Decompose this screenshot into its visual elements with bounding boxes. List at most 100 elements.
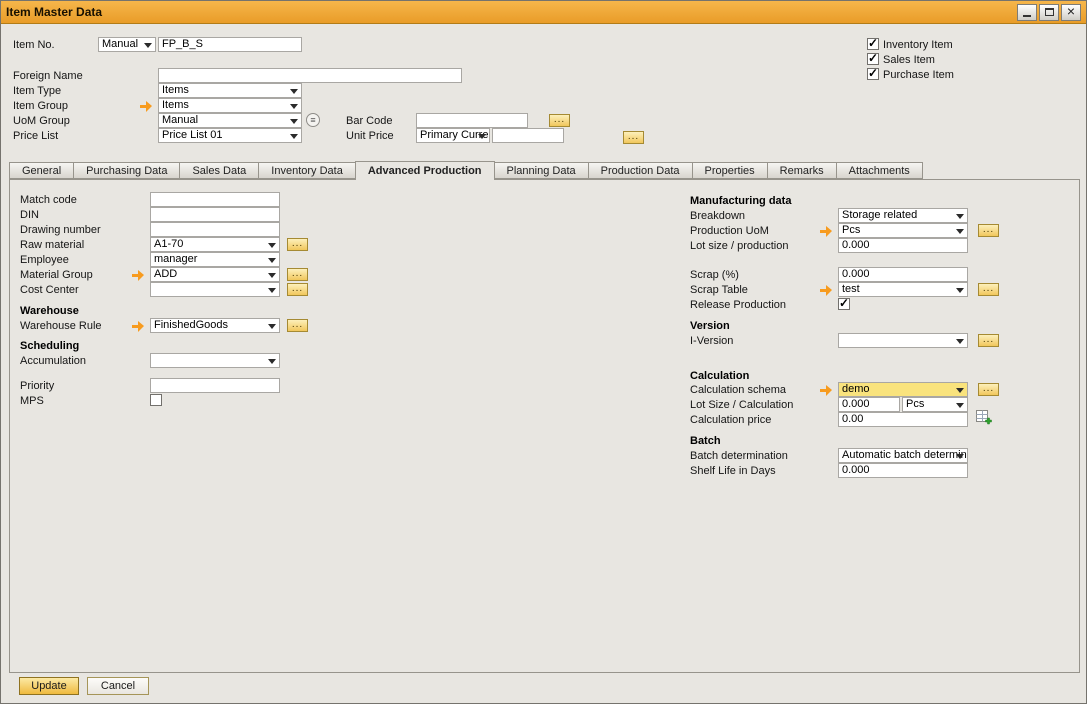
price-list-label: Price List xyxy=(13,130,58,142)
warehouse-rule-select[interactable]: FinishedGoods xyxy=(150,318,280,333)
item-no-label: Item No. xyxy=(13,39,55,51)
title-bar[interactable]: Item Master Data xyxy=(1,1,1086,24)
close-icon xyxy=(1067,3,1075,21)
calculation-schema-label: Calculation schema xyxy=(690,384,786,396)
release-production-label: Release Production xyxy=(690,299,786,311)
unit-price-input[interactable] xyxy=(492,128,564,143)
unit-price-currency-select[interactable]: Primary Currency xyxy=(416,128,490,143)
lot-size-calculation-input[interactable]: 0.000 xyxy=(838,397,900,412)
cancel-button[interactable]: Cancel xyxy=(87,677,149,695)
material-group-browse-button[interactable]: ... xyxy=(287,268,308,281)
item-group-label: Item Group xyxy=(13,100,68,112)
purchase-item-label: Purchase Item xyxy=(883,69,954,81)
tab-sales-data[interactable]: Sales Data xyxy=(179,162,259,179)
bar-code-browse-button[interactable]: ... xyxy=(549,114,570,127)
calculation-price-input[interactable]: 0.00 xyxy=(838,412,968,427)
foreign-name-input[interactable] xyxy=(158,68,462,83)
close-button[interactable] xyxy=(1061,4,1081,21)
scrap-pct-label: Scrap (%) xyxy=(690,269,739,281)
minimize-button[interactable] xyxy=(1017,4,1037,21)
scrap-table-select[interactable]: test xyxy=(838,282,968,297)
price-list-select[interactable]: Price List 01 xyxy=(158,128,302,143)
item-group-select[interactable]: Items xyxy=(158,98,302,113)
foreign-name-label: Foreign Name xyxy=(13,70,83,82)
production-uom-browse-button[interactable]: ... xyxy=(978,224,999,237)
release-production-checkbox[interactable] xyxy=(838,298,850,310)
cost-center-browse-button[interactable]: ... xyxy=(287,283,308,296)
warehouse-rule-browse-button[interactable]: ... xyxy=(287,319,308,332)
scrap-table-browse-button[interactable]: ... xyxy=(978,283,999,296)
unit-price-label: Unit Price xyxy=(346,130,394,142)
cost-center-label: Cost Center xyxy=(20,284,79,296)
cost-center-select[interactable] xyxy=(150,282,280,297)
tab-advanced-production[interactable]: Advanced Production xyxy=(355,161,495,180)
calculation-schema-link-arrow-icon[interactable] xyxy=(820,385,833,396)
bar-code-label: Bar Code xyxy=(346,115,392,127)
material-group-select[interactable]: ADD xyxy=(150,267,280,282)
maximize-icon xyxy=(1045,8,1054,16)
employee-select[interactable]: manager xyxy=(150,252,280,267)
batch-determination-label: Batch determination xyxy=(690,450,788,462)
i-version-select[interactable] xyxy=(838,333,968,348)
breakdown-select[interactable]: Storage related xyxy=(838,208,968,223)
item-no-input[interactable]: FP_B_S xyxy=(158,37,302,52)
window-controls xyxy=(1017,4,1081,21)
sales-item-label: Sales Item xyxy=(883,54,935,66)
sales-item-checkbox[interactable] xyxy=(867,53,879,65)
i-version-browse-button[interactable]: ... xyxy=(978,334,999,347)
match-code-input[interactable] xyxy=(150,192,280,207)
inventory-item-checkbox[interactable] xyxy=(867,38,879,50)
scrap-pct-input[interactable]: 0.000 xyxy=(838,267,968,282)
tab-properties[interactable]: Properties xyxy=(692,162,768,179)
raw-material-select[interactable]: A1-70 xyxy=(150,237,280,252)
shelf-life-input[interactable]: 0.000 xyxy=(838,463,968,478)
material-group-link-arrow-icon[interactable] xyxy=(132,270,145,281)
lot-size-production-input[interactable]: 0.000 xyxy=(838,238,968,253)
maximize-button[interactable] xyxy=(1039,4,1059,21)
priority-label: Priority xyxy=(20,380,54,392)
scheduling-section-header: Scheduling xyxy=(20,340,79,352)
calculation-schema-browse-button[interactable]: ... xyxy=(978,383,999,396)
drawing-number-input[interactable] xyxy=(150,222,280,237)
scrap-table-link-arrow-icon[interactable] xyxy=(820,285,833,296)
update-button[interactable]: Update xyxy=(19,677,79,695)
calculation-schema-select[interactable]: demo xyxy=(838,382,968,397)
tab-production-data[interactable]: Production Data xyxy=(588,162,693,179)
tab-inventory-data[interactable]: Inventory Data xyxy=(258,162,356,179)
tab-attachments[interactable]: Attachments xyxy=(836,162,923,179)
purchase-item-checkbox[interactable] xyxy=(867,68,879,80)
raw-material-browse-button[interactable]: ... xyxy=(287,238,308,251)
batch-determination-select[interactable]: Automatic batch determination xyxy=(838,448,968,463)
warehouse-rule-label: Warehouse Rule xyxy=(20,320,102,332)
tab-general[interactable]: General xyxy=(9,162,74,179)
tab-planning-data[interactable]: Planning Data xyxy=(494,162,589,179)
warehouse-rule-link-arrow-icon[interactable] xyxy=(132,321,145,332)
warehouse-section-header: Warehouse xyxy=(20,305,79,317)
uom-group-select[interactable]: Manual xyxy=(158,113,302,128)
calculation-price-label: Calculation price xyxy=(690,414,771,426)
lot-size-calculation-label: Lot Size / Calculation xyxy=(690,399,793,411)
calculation-price-detail-icon[interactable] xyxy=(976,410,992,426)
minimize-icon xyxy=(1023,15,1031,17)
bar-code-input[interactable] xyxy=(416,113,528,128)
employee-label: Employee xyxy=(20,254,69,266)
breakdown-label: Breakdown xyxy=(690,210,745,222)
lot-size-production-label: Lot size / production xyxy=(690,240,788,252)
tab-purchasing-data[interactable]: Purchasing Data xyxy=(73,162,180,179)
item-group-link-arrow-icon[interactable] xyxy=(140,101,153,112)
din-input[interactable] xyxy=(150,207,280,222)
production-uom-select[interactable]: Pcs xyxy=(838,223,968,238)
priority-input[interactable] xyxy=(150,378,280,393)
unit-price-browse-button[interactable]: ... xyxy=(623,131,644,144)
uom-group-settings-icon[interactable] xyxy=(306,113,320,127)
i-version-label: I-Version xyxy=(690,335,733,347)
item-no-mode-select[interactable]: Manual xyxy=(98,37,156,52)
production-uom-link-arrow-icon[interactable] xyxy=(820,226,833,237)
item-type-select[interactable]: Items xyxy=(158,83,302,98)
tab-remarks[interactable]: Remarks xyxy=(767,162,837,179)
accumulation-label: Accumulation xyxy=(20,355,86,367)
lot-size-calculation-uom-select[interactable]: Pcs xyxy=(902,397,968,412)
mps-checkbox[interactable] xyxy=(150,394,162,406)
mps-label: MPS xyxy=(20,395,44,407)
accumulation-select[interactable] xyxy=(150,353,280,368)
